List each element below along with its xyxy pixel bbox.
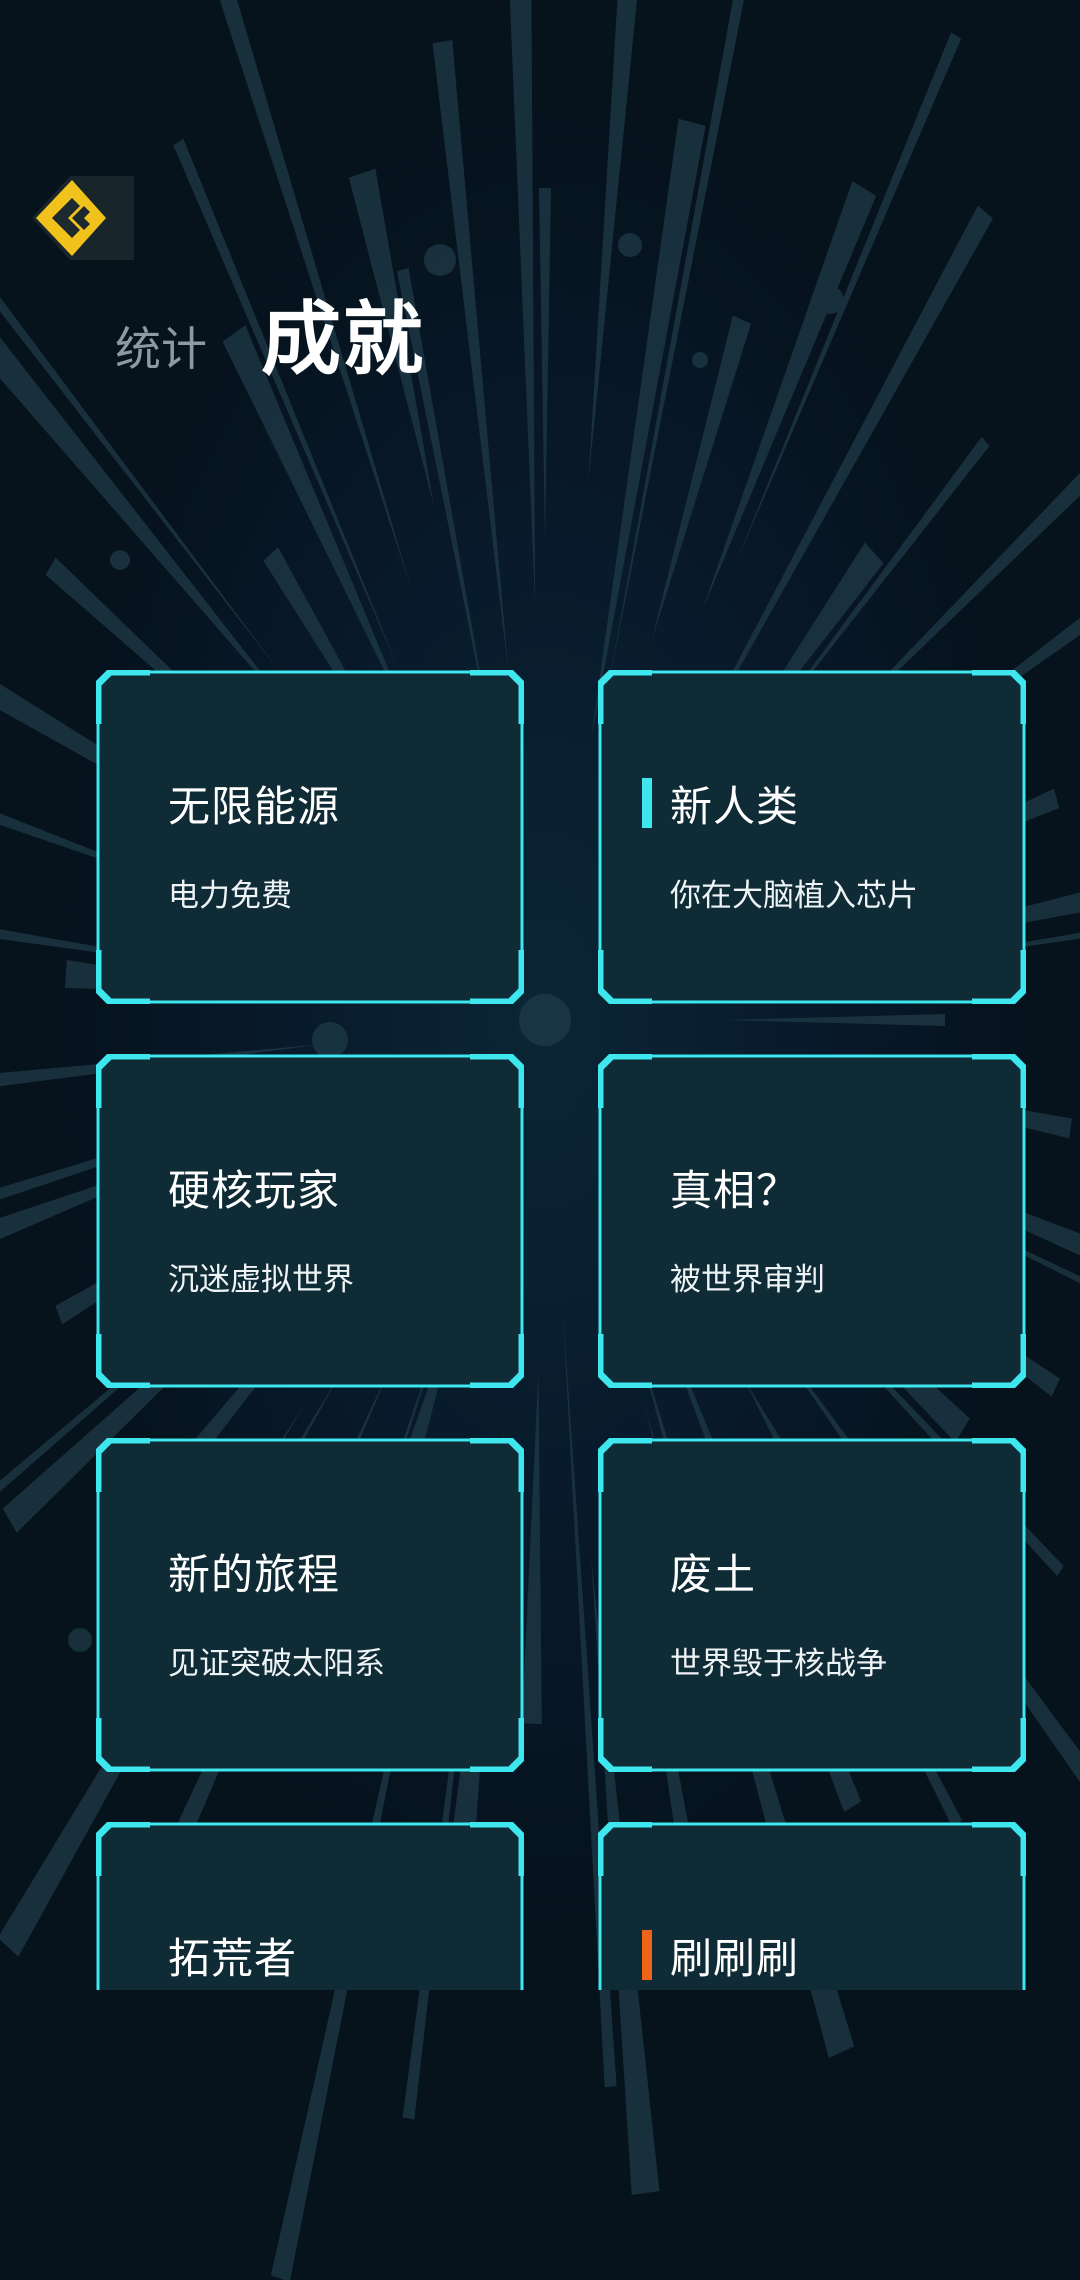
back-button[interactable] [22,170,140,266]
achievement-title: 真相？ [670,1165,800,1215]
achievement-card[interactable]: 无限能源 电力免费 [96,670,524,1004]
tab-achievements[interactable]: 成就 [261,275,425,391]
achievement-description: 世界毁于核战争 [670,1646,887,1682]
achievement-title-row: 拓荒者 [168,1930,297,1983]
achievement-title-row: 刷刷刷 [642,1930,799,1983]
card-frame [598,1438,1026,1772]
card-frame [598,670,1026,1004]
achievement-title-row: 废土 [670,1546,756,1599]
achievement-title-row: 新人类 [642,778,799,831]
achievement-title-row: 硬核玩家 [168,1162,340,1215]
card-frame [96,1822,524,1990]
achievement-card[interactable]: 新人类你在大脑植入芯片 [598,670,1026,1004]
achievement-card[interactable]: 刷刷刷集齐橙色天赋 [598,1822,1026,1990]
card-frame [96,670,524,1004]
achievement-card[interactable]: 废土 世界毁于核战争 [598,1438,1026,1772]
achievement-card[interactable]: 拓荒者人类殖民外星 [96,1822,524,1990]
achievement-card[interactable]: 真相？ 被世界审判 [598,1054,1026,1388]
achievement-title: 拓荒者 [168,1933,298,1983]
card-frame [96,1054,524,1388]
rarity-marker [642,1930,652,1980]
achievement-title-row: 新的旅程 [168,1546,340,1599]
achievement-title: 硬核玩家 [168,1165,341,1215]
achievement-title-row: 真相？ [670,1162,799,1215]
card-frame [598,1054,1026,1388]
achievement-card[interactable]: 新的旅程见证突破太阳系 [96,1438,524,1772]
achievement-description: 被世界审判 [670,1262,825,1298]
achievement-description: 沉迷虚拟世界 [168,1262,354,1298]
rarity-marker [642,778,652,828]
card-frame [96,1438,524,1772]
achievement-title-row: 无限能源 [168,778,340,831]
achievement-card[interactable]: 硬核玩家沉迷虚拟世界 [96,1054,524,1388]
back-arrow-icon [32,176,134,260]
card-frame [598,1822,1026,1990]
achievement-title: 无限能源 [168,781,341,831]
achievement-list[interactable]: 无限能源电力免费 新人类你在大脑植入芯片 硬核玩家沉迷虚拟世界 真相？ 被世界审判 [0,430,1080,1990]
achievement-title: 刷刷刷 [670,1933,800,1983]
achievement-description: 电力免费 [168,878,292,914]
achievement-title: 废土 [670,1549,757,1599]
tab-statistics[interactable]: 统计 [115,313,207,379]
achievement-description: 见证突破太阳系 [168,1646,385,1682]
achievement-description: 你在大脑植入芯片 [670,878,918,914]
achievement-title: 新人类 [670,781,800,831]
achievement-title: 新的旅程 [168,1549,341,1599]
